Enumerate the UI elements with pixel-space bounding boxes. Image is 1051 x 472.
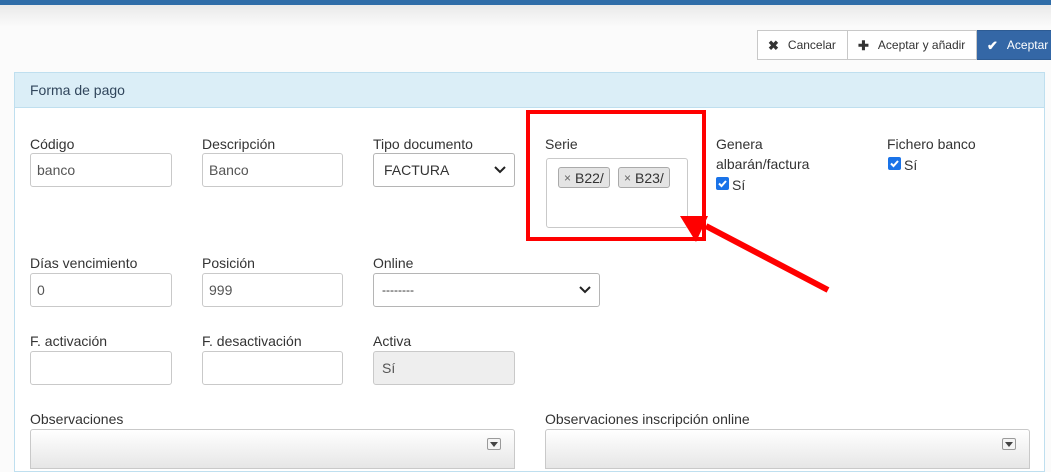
chevron-down-icon [494, 166, 506, 174]
annotation-highlight-box [526, 110, 706, 241]
action-buttons: ✖ Cancelar ✚ Aceptar y añadir ✔ Aceptar [757, 30, 1051, 60]
caret-down-icon [490, 441, 498, 447]
fichero-banco-checkbox-label: Sí [904, 157, 918, 173]
f-activacion-label: F. activación [30, 333, 108, 349]
checkmark-icon [718, 180, 727, 188]
genera-checkbox-label: Sí [732, 177, 746, 193]
codigo-label: Código [30, 136, 75, 152]
plus-icon: ✚ [858, 37, 869, 53]
descripcion-label: Descripción [202, 136, 276, 152]
caret-down-icon [1005, 441, 1013, 447]
tipo-documento-select[interactable]: FACTURA [373, 153, 515, 187]
codigo-input[interactable]: banco [30, 153, 172, 187]
dias-vencimiento-input[interactable]: 0 [30, 273, 172, 307]
descripcion-value: Banco [209, 162, 249, 178]
codigo-value: banco [37, 162, 76, 178]
posicion-label: Posición [202, 255, 255, 271]
descripcion-input[interactable]: Banco [202, 153, 343, 187]
save-button-label: Aceptar [1006, 38, 1049, 52]
genera-label-line1: Genera [716, 136, 763, 152]
save-and-add-button[interactable]: ✚ Aceptar y añadir [848, 30, 977, 60]
cancel-button[interactable]: ✖ Cancelar [757, 30, 848, 60]
tipo-documento-value: FACTURA [384, 162, 450, 178]
online-label: Online [373, 255, 414, 271]
chevron-down-icon [579, 286, 591, 294]
activa-value: Sí [382, 360, 396, 376]
close-icon: ✖ [768, 37, 779, 53]
dropdown-toggle-icon[interactable] [1002, 438, 1016, 450]
f-desactivacion-input[interactable] [202, 351, 343, 385]
top-shadow [0, 5, 1051, 27]
activa-label: Activa [373, 333, 412, 349]
cancel-button-label: Cancelar [787, 38, 836, 52]
save-and-add-button-label: Aceptar y añadir [877, 38, 966, 52]
panel-heading: Forma de pago [15, 73, 1044, 108]
fichero-banco-checkbox[interactable] [888, 157, 901, 170]
posicion-input[interactable]: 999 [202, 273, 343, 307]
activa-field: Sí [373, 351, 515, 385]
dropdown-toggle-icon[interactable] [487, 438, 501, 450]
observaciones-label: Observaciones [30, 411, 124, 427]
panel-title: Forma de pago [30, 82, 125, 98]
save-button[interactable]: ✔ Aceptar [977, 30, 1051, 60]
observaciones-editor[interactable] [30, 429, 515, 469]
f-activacion-input[interactable] [30, 351, 172, 385]
tipo-documento-label: Tipo documento [373, 136, 473, 152]
check-icon: ✔ [987, 37, 998, 53]
fichero-banco-label: Fichero banco [887, 136, 976, 152]
f-desactivacion-label: F. desactivación [202, 333, 302, 349]
posicion-value: 999 [209, 282, 233, 298]
observaciones-online-editor[interactable] [545, 429, 1030, 469]
dias-vencimiento-label: Días vencimiento [30, 255, 138, 271]
observaciones-online-label: Observaciones inscripción online [545, 411, 750, 427]
online-select[interactable]: -------- [373, 273, 600, 307]
genera-label-line2: albarán/factura [716, 156, 810, 172]
online-value: -------- [382, 283, 414, 297]
dias-vencimiento-value: 0 [37, 282, 45, 298]
checkmark-icon [890, 160, 899, 168]
genera-checkbox[interactable] [716, 177, 729, 190]
